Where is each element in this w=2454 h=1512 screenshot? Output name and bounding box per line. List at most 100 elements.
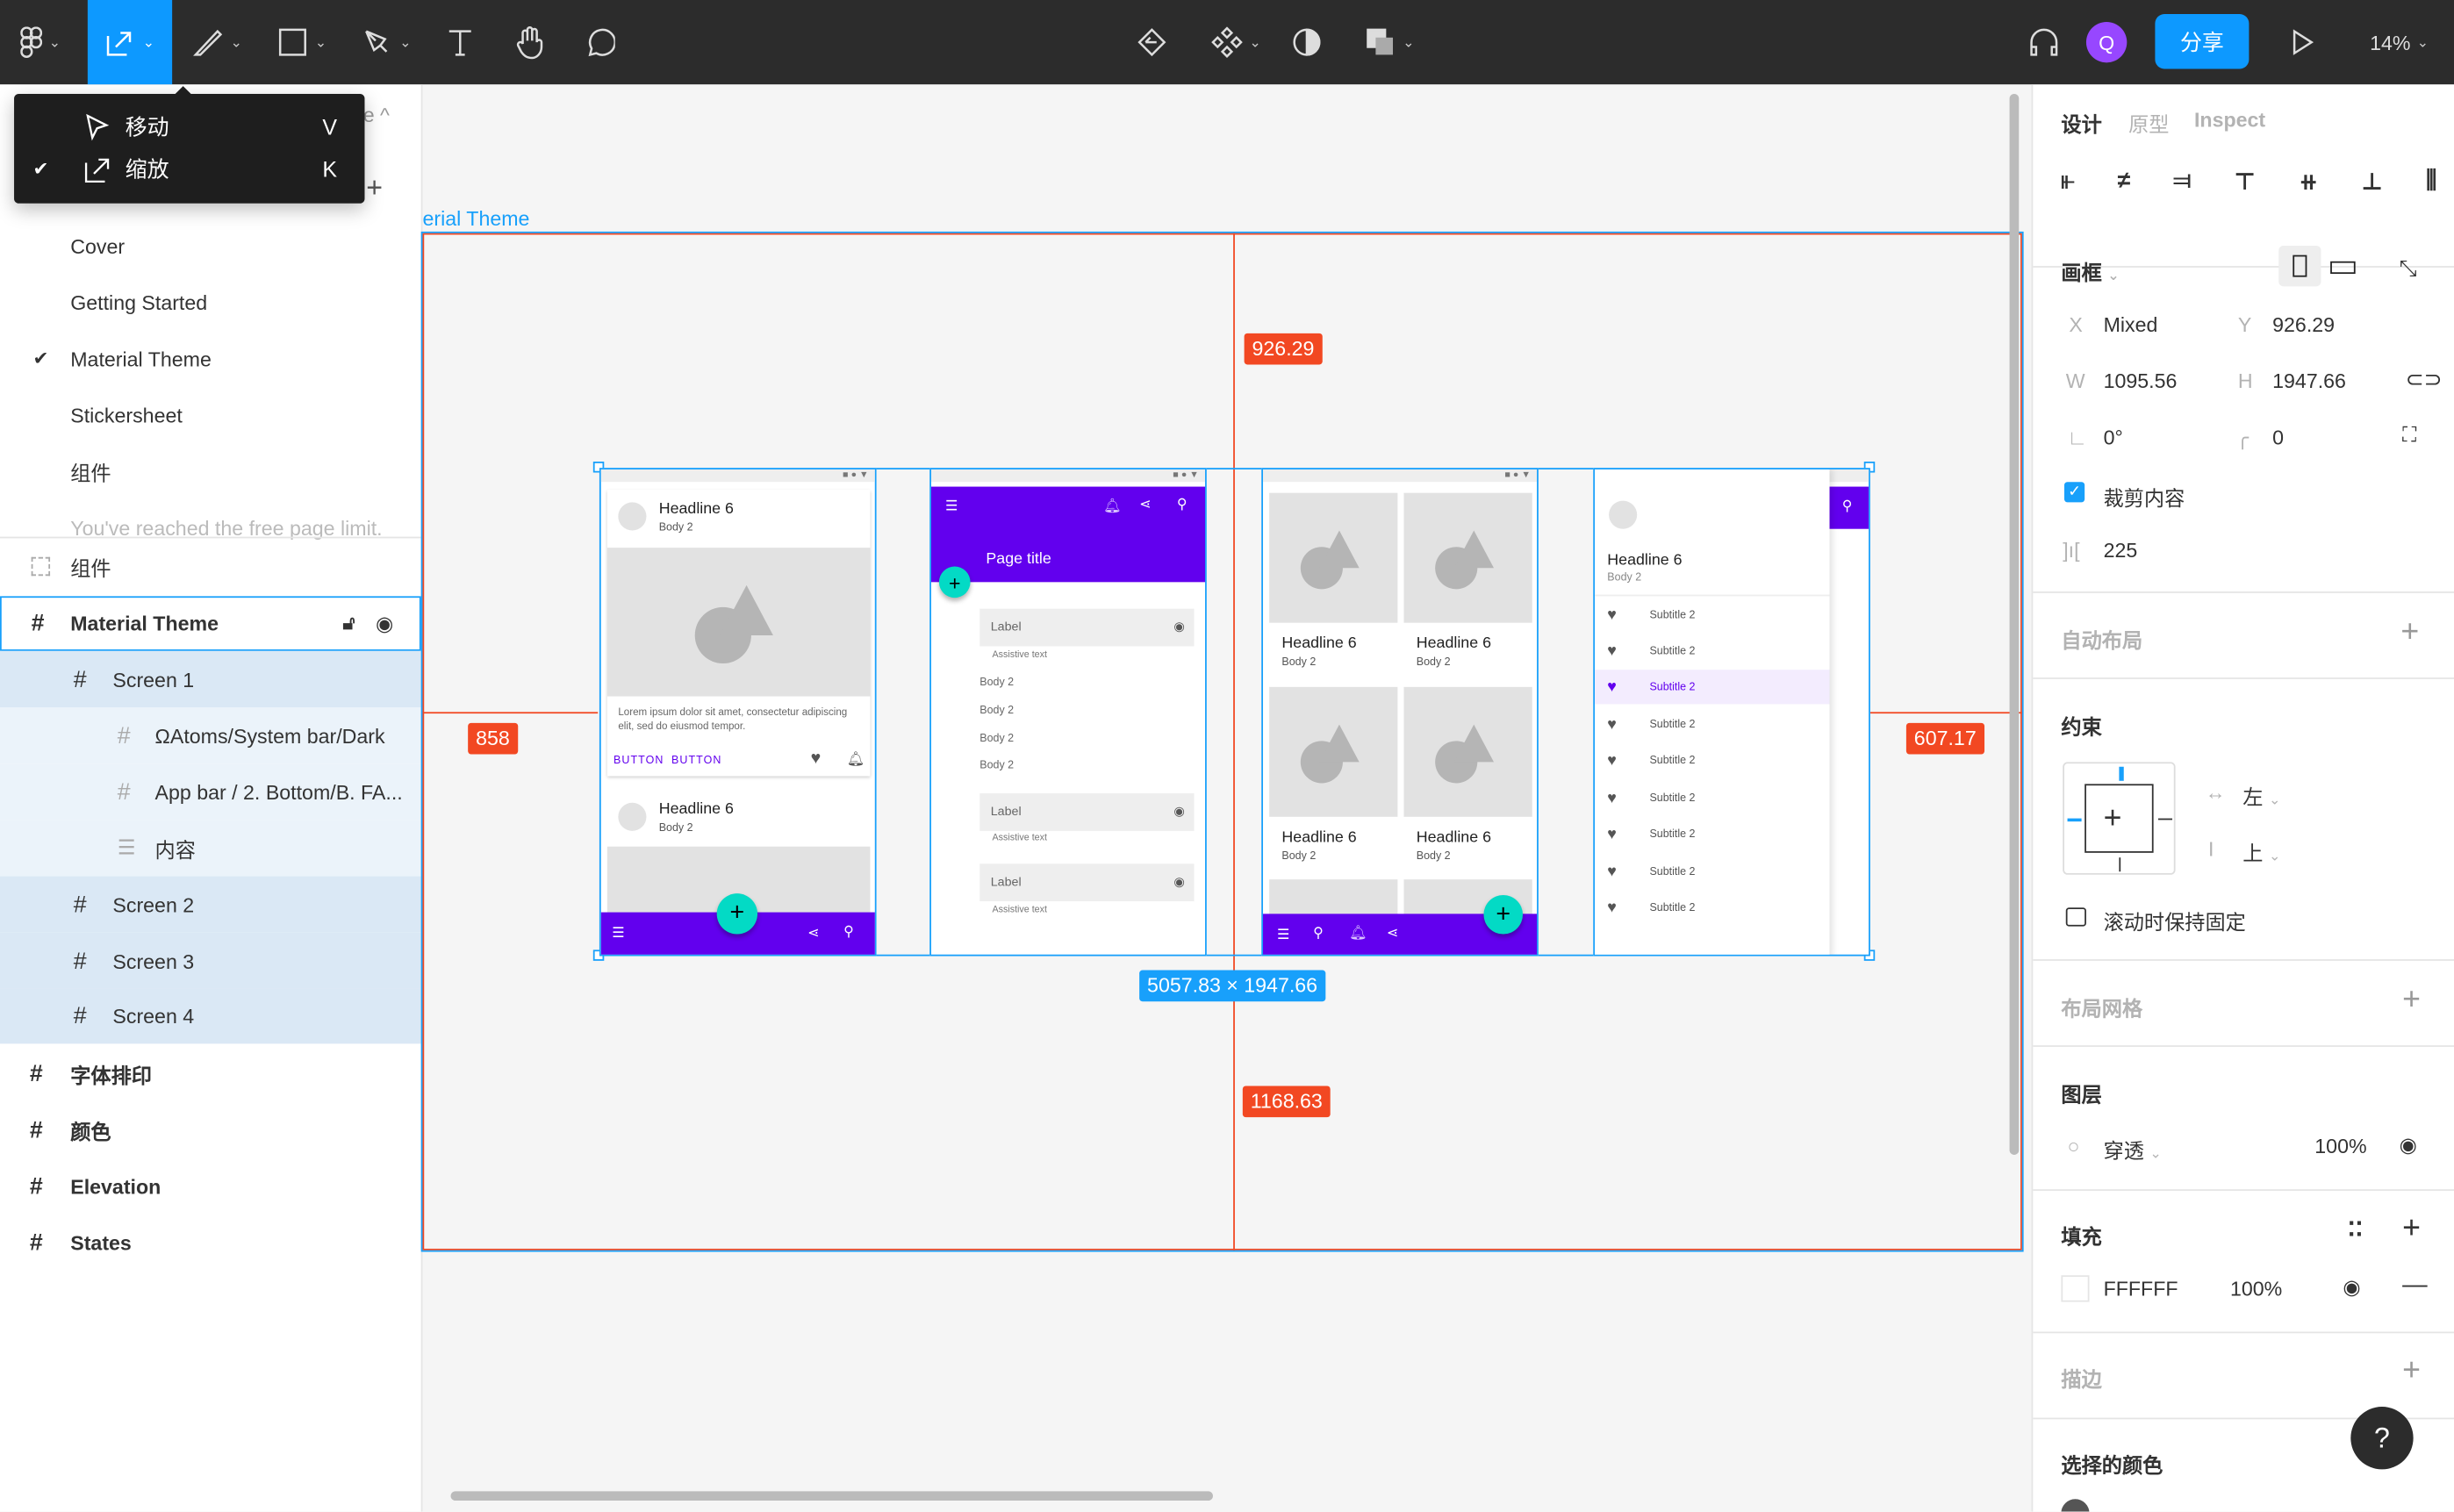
comment-tool-button[interactable] bbox=[576, 0, 622, 84]
spacing-input[interactable]: 225 bbox=[2104, 538, 2138, 562]
reset-instance-button[interactable] bbox=[1130, 0, 1173, 84]
constraint-top[interactable] bbox=[2119, 766, 2124, 781]
fab-add[interactable]: + bbox=[716, 893, 758, 935]
x-input[interactable]: Mixed bbox=[2104, 313, 2158, 337]
blend-mode-select[interactable]: 穿透 ⌄ bbox=[2104, 1135, 2162, 1164]
drawer-item-active[interactable]: ♥ Subtitle 2 bbox=[1595, 670, 1830, 705]
text-field[interactable]: Label ◉ bbox=[979, 608, 1195, 647]
constraint-right[interactable] bbox=[2157, 818, 2173, 820]
bell-icon[interactable]: 🔔︎ bbox=[847, 751, 865, 769]
eye-icon[interactable]: ◉ bbox=[376, 611, 393, 636]
horizontal-constraint-select[interactable]: 左 ⌄ bbox=[2242, 781, 2280, 811]
landscape-button[interactable] bbox=[2330, 261, 2356, 275]
fill-hex-input[interactable]: FFFFFF bbox=[2104, 1277, 2178, 1301]
eye-icon[interactable]: ◉ bbox=[1173, 793, 1184, 831]
constrain-proportions-icon[interactable]: ⊂⊃ bbox=[2406, 366, 2443, 392]
align-v-center-icon[interactable]: ⧺ bbox=[2299, 168, 2318, 196]
page-item-components[interactable]: 组件 bbox=[0, 443, 421, 499]
drawer-item[interactable]: ♥ Subtitle 2 bbox=[1595, 634, 1829, 668]
collapse-pages-icon[interactable]: e ^ bbox=[363, 104, 390, 127]
align-top-icon[interactable]: ⊤ bbox=[2234, 168, 2255, 196]
drawer-item[interactable]: ♥ Subtitle 2 bbox=[1595, 891, 1829, 925]
remove-fill-icon[interactable]: — bbox=[2402, 1272, 2428, 1301]
distribute-icon[interactable]: ⫼ bbox=[2426, 168, 2436, 196]
width-input[interactable]: 1095.56 bbox=[2104, 369, 2178, 393]
screen-2[interactable]: ■ ● ▼ ☰ 🔔︎ ⋖ ⚲ Page title + Label ◉ Assis… bbox=[929, 468, 1207, 957]
search-icon[interactable]: ⚲ bbox=[1177, 496, 1188, 513]
constraint-bottom[interactable] bbox=[2119, 857, 2121, 872]
pen-tool-button[interactable]: ⌄ bbox=[350, 0, 422, 84]
pencil-tool-button[interactable]: ⌄ bbox=[182, 0, 254, 84]
layer-row[interactable]: # 颜色 bbox=[0, 1101, 421, 1157]
add-auto-layout-icon[interactable]: + bbox=[2400, 615, 2419, 651]
drawer-item[interactable]: ♥ Subtitle 2 bbox=[1595, 743, 1829, 777]
add-layout-grid-icon[interactable]: + bbox=[2402, 983, 2421, 1019]
vertical-scrollbar[interactable] bbox=[2009, 93, 2020, 1155]
screen-4[interactable]: ⚲ Headline 6 Body 2 ♥ Subtitle 2 ♥ Subtitl… bbox=[1593, 468, 1870, 957]
fill-visibility-icon[interactable]: ◉ bbox=[2343, 1275, 2360, 1301]
layer-row[interactable]: # Screen 2 bbox=[0, 876, 421, 933]
unlock-icon[interactable]: 🔓︎ bbox=[343, 612, 355, 635]
page-item-cover[interactable]: Cover bbox=[0, 218, 421, 274]
page-item-material-theme[interactable]: ✔ Material Theme bbox=[0, 330, 421, 386]
share-icon[interactable]: ⋖ bbox=[1387, 925, 1398, 942]
menu-item-scale[interactable]: ✔ 缩放 K bbox=[14, 146, 364, 192]
tab-design[interactable]: 设计 bbox=[2061, 108, 2101, 138]
figma-menu-button[interactable]: ⌄ bbox=[10, 0, 72, 84]
tab-inspect[interactable]: Inspect bbox=[2194, 108, 2265, 132]
add-page-icon[interactable]: + bbox=[366, 172, 383, 204]
menu-icon[interactable]: ☰ bbox=[945, 498, 958, 515]
align-h-center-icon[interactable]: ≠ bbox=[2118, 168, 2131, 196]
tab-prototype[interactable]: 原型 bbox=[2128, 108, 2169, 138]
mask-button[interactable] bbox=[1287, 0, 1327, 84]
zoom-dropdown[interactable]: 14% ⌄ bbox=[2360, 0, 2438, 84]
text-field[interactable]: Label ◉ bbox=[979, 793, 1195, 831]
shape-tool-button[interactable]: ⌄ bbox=[266, 0, 338, 84]
screen-3[interactable]: ■ ● ▼ Headline 6 Body 2 Headline 6 Body … bbox=[1261, 468, 1539, 957]
layer-row[interactable]: # Screen 4 bbox=[0, 988, 421, 1044]
scale-tool-button[interactable]: ⌄ bbox=[87, 0, 173, 85]
layer-visibility-icon[interactable]: ◉ bbox=[2400, 1133, 2417, 1158]
clip-content-checkbox[interactable]: ✓ bbox=[2063, 482, 2085, 503]
drawer-item[interactable]: ♥ Subtitle 2 bbox=[1595, 817, 1829, 851]
eye-icon[interactable]: ◉ bbox=[1173, 609, 1184, 647]
page-item-stickersheet[interactable]: Stickersheet bbox=[0, 386, 421, 442]
fix-scroll-checkbox[interactable] bbox=[2065, 907, 2086, 927]
drawer-item[interactable]: ♥ Subtitle 2 bbox=[1595, 781, 1829, 815]
radius-input[interactable]: 0 bbox=[2272, 426, 2284, 449]
layer-row[interactable]: ☰ 内容 bbox=[0, 820, 421, 877]
frame-title[interactable]: erial Theme bbox=[422, 206, 529, 230]
horizontal-scrollbar[interactable] bbox=[450, 1491, 1213, 1501]
menu-icon[interactable]: ☰ bbox=[1277, 927, 1289, 944]
layer-opacity-input[interactable]: 100% bbox=[2314, 1135, 2366, 1158]
share-icon[interactable]: ⋖ bbox=[807, 925, 819, 942]
bell-icon[interactable]: 🔔︎ bbox=[1349, 925, 1367, 942]
hand-tool-button[interactable] bbox=[507, 0, 554, 84]
independent-corners-icon[interactable]: ⛶ bbox=[2402, 422, 2416, 448]
y-input[interactable]: 926.29 bbox=[2272, 313, 2335, 337]
align-bottom-icon[interactable]: ⊥ bbox=[2361, 168, 2382, 196]
drawer-item[interactable]: ♥ Subtitle 2 bbox=[1595, 855, 1829, 889]
audio-button[interactable] bbox=[2022, 0, 2066, 84]
fill-swatch[interactable] bbox=[2061, 1275, 2090, 1302]
card-button[interactable]: BUTTON bbox=[614, 756, 664, 766]
add-fill-icon[interactable]: + bbox=[2402, 1211, 2421, 1247]
text-tool-button[interactable] bbox=[438, 0, 482, 84]
style-icon[interactable]: ⁚⁚ bbox=[2348, 1217, 2364, 1243]
fill-opacity-input[interactable]: 100% bbox=[2230, 1277, 2282, 1301]
layer-row[interactable]: # States bbox=[0, 1215, 421, 1271]
search-icon[interactable]: ⚲ bbox=[1313, 925, 1324, 942]
height-input[interactable]: 1947.66 bbox=[2272, 369, 2346, 393]
text-field[interactable]: Label ◉ bbox=[979, 863, 1195, 902]
share-button[interactable]: 分享 bbox=[2155, 14, 2250, 69]
menu-icon[interactable]: ☰ bbox=[612, 925, 624, 942]
layer-row[interactable]: # 字体排印 bbox=[0, 1045, 421, 1101]
menu-item-move[interactable]: 移动 V bbox=[14, 104, 364, 150]
component-button[interactable]: ⌄ bbox=[1202, 0, 1270, 84]
layer-row[interactable]: # ΩAtoms/System bar/Dark bbox=[0, 706, 421, 764]
layer-row[interactable]: 组件 bbox=[0, 538, 421, 594]
layer-row[interactable]: # Screen 3 bbox=[0, 932, 421, 989]
layer-row[interactable]: # Elevation bbox=[0, 1158, 421, 1215]
eye-icon[interactable]: ◉ bbox=[1173, 863, 1184, 901]
avatar[interactable]: Q bbox=[2085, 21, 2128, 63]
